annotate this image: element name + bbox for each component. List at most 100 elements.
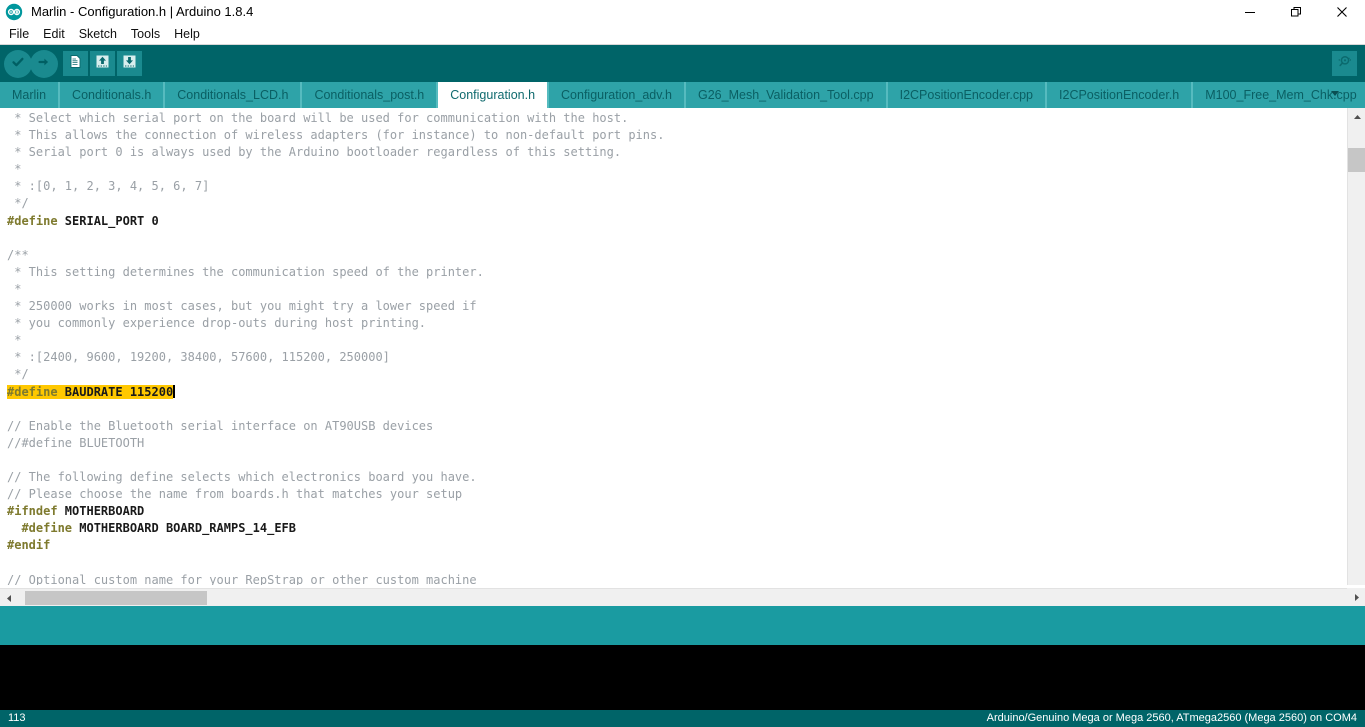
tab-bar: Marlin Conditionals.h Conditionals_LCD.h Co… [0, 82, 1365, 108]
tab-conditionals-h[interactable]: Conditionals.h [60, 82, 166, 108]
tab-marlin[interactable]: Marlin [0, 82, 61, 108]
maximize-icon[interactable] [1273, 0, 1319, 24]
code-line: // Enable the Bluetooth serial interface… [0, 418, 1347, 435]
menu-item-tools[interactable]: Tools [124, 24, 167, 44]
line-number-indicator: 113 [8, 712, 26, 724]
menu-item-sketch[interactable]: Sketch [72, 24, 124, 44]
checkmark-icon [10, 54, 26, 75]
code-line: * you commonly experience drop-outs duri… [0, 315, 1347, 332]
arrow-up-icon [95, 54, 110, 74]
status-bar: 113 Arduino/Genuino Mega or Mega 2560, A… [0, 710, 1365, 727]
code-line: // The following define selects which el… [0, 469, 1347, 486]
tab-label: Configuration.h [450, 88, 536, 102]
code-line: #ifndef MOTHERBOARD [0, 503, 1347, 520]
tab-i2cpositionencoder-h[interactable]: I2CPositionEncoder.h [1047, 82, 1194, 108]
code-line: * 250000 works in most cases, but you mi… [0, 298, 1347, 315]
code-line: * :[0, 1, 2, 3, 4, 5, 6, 7] [0, 178, 1347, 195]
code-token: * 250000 works in most cases, but you mi… [7, 299, 477, 314]
chevron-right-icon[interactable] [1347, 588, 1365, 606]
chevron-up-icon[interactable] [1348, 108, 1365, 126]
code-line: */ [0, 195, 1347, 212]
code-line: * Serial port 0 is always used by the Ar… [0, 144, 1347, 161]
title-bar: Marlin - Configuration.h | Arduino 1.8.4 [0, 0, 1365, 24]
code-text-area[interactable]: * Select which serial port on the board … [0, 108, 1347, 585]
code-token: */ [7, 196, 29, 211]
code-token: * [7, 162, 22, 177]
code-token: SERIAL_PORT 0 [64, 213, 159, 228]
code-line: /** [0, 247, 1347, 264]
code-token: #endif [7, 538, 51, 553]
tab-label: Conditionals.h [72, 88, 152, 102]
code-token: /** [7, 247, 29, 262]
code-line: #define SERIAL_PORT 0 [0, 213, 1347, 230]
code-token: BAUDRATE 115200 [64, 384, 174, 399]
status-message-strip [0, 606, 1365, 645]
tab-configuration-adv-h[interactable]: Configuration_adv.h [549, 82, 686, 108]
vertical-scrollbar-thumb[interactable] [1348, 148, 1365, 172]
tab-label: Conditionals_post.h [314, 88, 425, 102]
code-token: // Please choose the name from boards.h … [7, 487, 463, 502]
code-token: * [7, 333, 22, 348]
tab-configuration-h[interactable]: Configuration.h [438, 82, 550, 108]
code-token: * Select which serial port on the board … [7, 111, 629, 125]
code-line: * :[2400, 9600, 19200, 38400, 57600, 115… [0, 349, 1347, 366]
serial-monitor-button[interactable] [1332, 51, 1357, 76]
tab-label: G26_Mesh_Validation_Tool.cpp [698, 88, 874, 102]
tab-g26-mesh-validation-tool-cpp[interactable]: G26_Mesh_Validation_Tool.cpp [686, 82, 888, 108]
new-button[interactable] [63, 51, 88, 76]
code-line: * [0, 332, 1347, 349]
minimize-icon[interactable] [1227, 0, 1273, 24]
board-port-indicator: Arduino/Genuino Mega or Mega 2560, ATmeg… [986, 712, 1357, 724]
horizontal-scrollbar[interactable] [0, 588, 1347, 606]
menu-item-edit[interactable]: Edit [36, 24, 72, 44]
tab-i2cpositionencoder-cpp[interactable]: I2CPositionEncoder.cpp [887, 82, 1048, 108]
code-token: #define [7, 384, 65, 399]
code-token: //#define BLUETOOTH [7, 435, 145, 450]
code-token: * Serial port 0 is always used by the Ar… [7, 145, 622, 160]
chevron-left-icon[interactable] [0, 589, 18, 607]
tab-conditionals-post-h[interactable]: Conditionals_post.h [302, 82, 439, 108]
console-output-panel[interactable] [0, 645, 1365, 710]
code-token: * This allows the connection of wireless… [7, 128, 665, 143]
code-token: * you commonly experience drop-outs duri… [7, 316, 427, 331]
code-token: #define [7, 521, 80, 536]
close-icon[interactable] [1319, 0, 1365, 24]
code-token: #ifndef [7, 504, 65, 519]
open-button[interactable] [90, 51, 115, 76]
upload-button[interactable] [30, 50, 58, 78]
arrow-right-icon [36, 54, 52, 75]
code-token: */ [7, 367, 29, 382]
highlighted-code-selection: #define BAUDRATE 115200 [7, 384, 174, 399]
code-line: #endif [0, 537, 1347, 554]
menu-item-help[interactable]: Help [167, 24, 207, 44]
code-token: // The following define selects which el… [7, 469, 477, 484]
editor-area: * Select which serial port on the board … [0, 108, 1365, 606]
code-line: //#define BLUETOOTH [0, 435, 1347, 452]
code-token: #define [7, 213, 65, 228]
vertical-scrollbar[interactable] [1347, 108, 1365, 585]
code-line: * This setting determines the communicat… [0, 264, 1347, 281]
window-controls [1227, 0, 1365, 24]
tab-conditionals-lcd-h[interactable]: Conditionals_LCD.h [165, 82, 303, 108]
tab-label: I2CPositionEncoder.h [1059, 88, 1180, 102]
code-line: * [0, 161, 1347, 178]
arduino-logo-icon [5, 3, 23, 21]
tab-overflow-dropdown[interactable] [1327, 82, 1343, 108]
tab-label: Marlin [12, 88, 47, 102]
tab-label: Configuration_adv.h [561, 88, 672, 102]
text-cursor [173, 384, 176, 398]
code-token: MOTHERBOARD [64, 504, 145, 519]
horizontal-scrollbar-thumb[interactable] [25, 591, 207, 605]
save-button[interactable] [117, 51, 142, 76]
code-line: * [0, 281, 1347, 298]
menu-item-file[interactable]: File [2, 24, 36, 44]
code-token: // Enable the Bluetooth serial interface… [7, 418, 434, 433]
code-line: */ [0, 366, 1347, 383]
code-line: * Select which serial port on the board … [0, 110, 1347, 127]
code-line: // Optional custom name for your RepStra… [0, 572, 1347, 585]
verify-button[interactable] [4, 50, 32, 78]
